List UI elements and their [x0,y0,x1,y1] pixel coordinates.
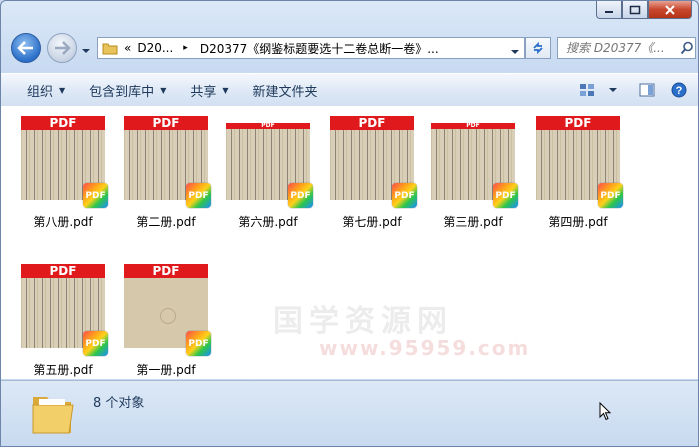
search-icon[interactable] [680,41,694,55]
close-icon [665,4,675,15]
recent-pages-dropdown[interactable] [81,44,91,58]
file-item[interactable]: PDF PDF 第七册.pdf [320,109,420,239]
file-name: 第六册.pdf [238,215,298,229]
pdf-band-label: PDF [21,264,105,278]
explorer-window: « D20... ▸ D20377《纲鉴标题要选十二卷总断一卷》... 组织 ▼ [0,0,699,447]
item-count: 8 个对象 [93,396,145,411]
pdf-app-icon: PDF [83,183,108,208]
organize-label: 组织 [27,84,54,100]
address-bar[interactable]: « D20... ▸ D20377《纲鉴标题要选十二卷总断一卷》... [97,37,525,59]
command-bar: 组织 ▼ 包含到库中 ▼ 共享 ▼ 新建文件夹 ? [1,73,698,107]
maximize-icon [629,5,641,14]
file-name: 第四册.pdf [548,215,608,229]
file-list: 国学资源网 www.95959.com PDF PDF 第八册.pdf PDF … [1,106,698,379]
view-controls: ? [574,78,692,102]
watermark-url: www.95959.com [319,336,531,360]
search-box[interactable] [557,37,696,59]
chevron-down-icon [511,50,519,54]
file-name: 第五册.pdf [33,363,93,377]
pdf-app-icon: PDF [186,331,211,356]
svg-text:?: ? [676,85,683,97]
arrow-right-icon [55,41,71,55]
file-item[interactable]: PDF PDF 第五册.pdf [11,257,111,387]
share-label: 共享 [190,84,217,100]
pdf-app-icon: PDF [493,183,518,208]
chevron-down-icon: ▼ [222,85,229,95]
pdf-band-label: PDF [124,264,208,278]
file-item[interactable]: PDF PDF 第二册.pdf [114,109,214,239]
file-name: 第七册.pdf [342,215,402,229]
file-item[interactable]: PDF PDF 第一册.pdf [114,257,214,387]
minimize-button[interactable] [596,1,622,19]
file-name: 第一册.pdf [136,363,196,377]
pdf-band-label: PDF [21,116,105,130]
details-pane: 8 个对象 [1,380,698,446]
chevron-down-icon [82,49,90,53]
organize-menu[interactable]: 组织 ▼ [15,78,77,102]
pdf-app-icon: PDF [186,183,211,208]
pdf-app-icon: PDF [83,331,108,356]
preview-pane-icon [639,83,655,97]
breadcrumb-separator[interactable]: ▸ [183,43,188,53]
file-item[interactable]: PDF PDF 第四册.pdf [526,109,626,239]
chevron-down-icon [609,88,617,92]
include-in-library-menu[interactable]: 包含到库中 ▼ [77,78,178,102]
include-in-library-label: 包含到库中 [89,84,155,100]
file-name: 第二册.pdf [136,215,196,229]
forward-button[interactable] [47,33,77,63]
file-name: 第三册.pdf [443,215,503,229]
refresh-icon [533,41,543,55]
watermark-text: 国学资源网 [273,304,453,339]
file-item[interactable]: PDF PDF 第八册.pdf [11,109,111,239]
pdf-app-icon: PDF [598,183,623,208]
pdf-band-label: PDF [536,116,620,130]
pdf-app-icon: PDF [288,183,313,208]
chevron-down-icon: ▼ [160,85,167,95]
breadcrumb-item-parent[interactable]: D20... [137,41,173,55]
share-menu[interactable]: 共享 ▼ [178,78,240,102]
navigation-bar: « D20... ▸ D20377《纲鉴标题要选十二卷总断一卷》... [9,33,696,63]
chevron-down-icon: ▼ [59,85,66,95]
refresh-button[interactable] [525,37,551,59]
back-button[interactable] [11,33,41,63]
mouse-cursor-icon [599,402,612,421]
pdf-band-label: PDF [330,116,414,130]
arrow-left-icon [17,41,33,55]
file-item[interactable]: PDF PDF 第六册.pdf [216,109,316,239]
folder-icon [102,43,118,55]
file-name: 第八册.pdf [33,215,93,229]
maximize-button[interactable] [622,1,648,19]
minimize-icon [605,10,613,13]
close-button[interactable] [648,1,692,19]
address-dropdown[interactable] [510,45,520,59]
caption-buttons [596,1,692,19]
search-input[interactable] [558,40,680,56]
folder-large-icon [32,397,74,434]
pdf-band-label: PDF [124,116,208,130]
view-grid-icon [580,84,594,96]
new-folder-button[interactable]: 新建文件夹 [241,78,330,102]
change-view-button[interactable] [574,78,600,102]
breadcrumb-overflow[interactable]: « [124,41,131,55]
pdf-app-icon: PDF [392,183,417,208]
help-button[interactable]: ? [666,78,692,102]
help-icon: ? [671,82,687,98]
breadcrumb-item-current[interactable]: D20377《纲鉴标题要选十二卷总断一卷》... [200,40,439,57]
preview-pane-button[interactable] [634,78,660,102]
new-folder-label: 新建文件夹 [252,84,318,100]
view-options-dropdown[interactable] [600,78,626,102]
file-item[interactable]: PDF PDF 第三册.pdf [421,109,521,239]
